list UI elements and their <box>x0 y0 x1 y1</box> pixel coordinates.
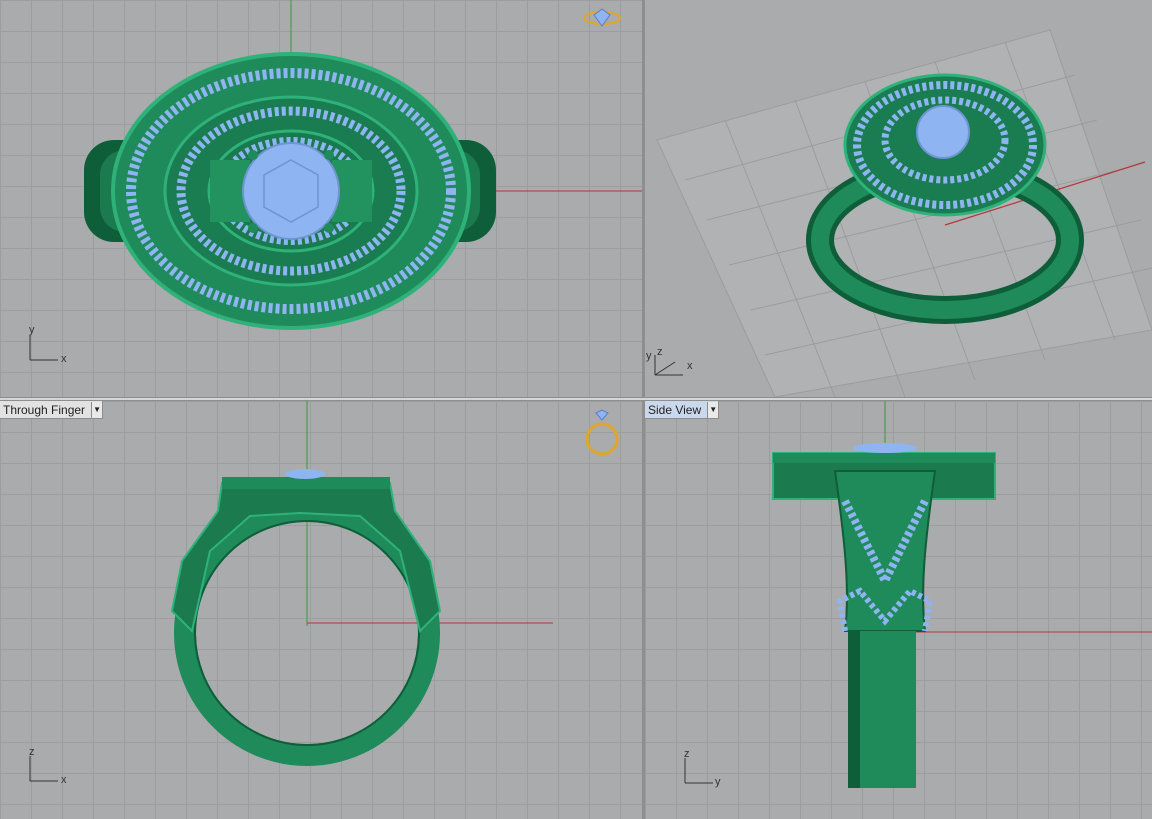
center-stone[interactable] <box>242 142 340 240</box>
axis-label-y: y <box>715 776 721 788</box>
dropdown-arrow-icon[interactable]: ▼ <box>707 401 719 418</box>
top-viewport[interactable]: y x <box>0 0 642 397</box>
viewport-divider-vertical[interactable] <box>642 0 645 819</box>
perspective-view-canvas <box>654 29 1152 397</box>
dropdown-arrow-icon[interactable]: ▼ <box>91 401 103 418</box>
viewport-title-text: Side View <box>648 402 702 417</box>
ring-front-model[interactable] <box>170 469 442 766</box>
diamond-preview-icon[interactable] <box>582 6 622 30</box>
axis-label-x: x <box>61 353 67 365</box>
axis-label-x: x <box>687 360 693 372</box>
viewport-divider-horizontal[interactable] <box>0 397 1152 401</box>
front-view-canvas <box>29 401 553 782</box>
front-viewport[interactable]: Through Finger ▼ z x <box>0 401 642 819</box>
ring-preview-icon[interactable] <box>582 409 622 459</box>
viewport-title-through-finger[interactable]: Through Finger ▼ <box>0 401 104 419</box>
axis-label-z: z <box>684 748 690 760</box>
top-view-canvas <box>29 0 642 361</box>
viewport-title-text: Through Finger <box>3 402 86 417</box>
viewport-title-side-view[interactable]: Side View ▼ <box>645 401 720 419</box>
axis-label-x: x <box>61 774 67 786</box>
ring-top-model[interactable] <box>84 52 496 330</box>
side-viewport[interactable]: Side View ▼ z y <box>645 401 1152 819</box>
axis-label-z: z <box>29 746 35 758</box>
axis-label-y: y <box>646 350 652 362</box>
side-view-canvas <box>684 401 1152 788</box>
axis-label-y: y <box>29 324 35 336</box>
axis-label-z: z <box>657 346 663 358</box>
perspective-viewport[interactable]: y z x <box>645 0 1152 397</box>
ring-side-model[interactable] <box>772 443 996 788</box>
